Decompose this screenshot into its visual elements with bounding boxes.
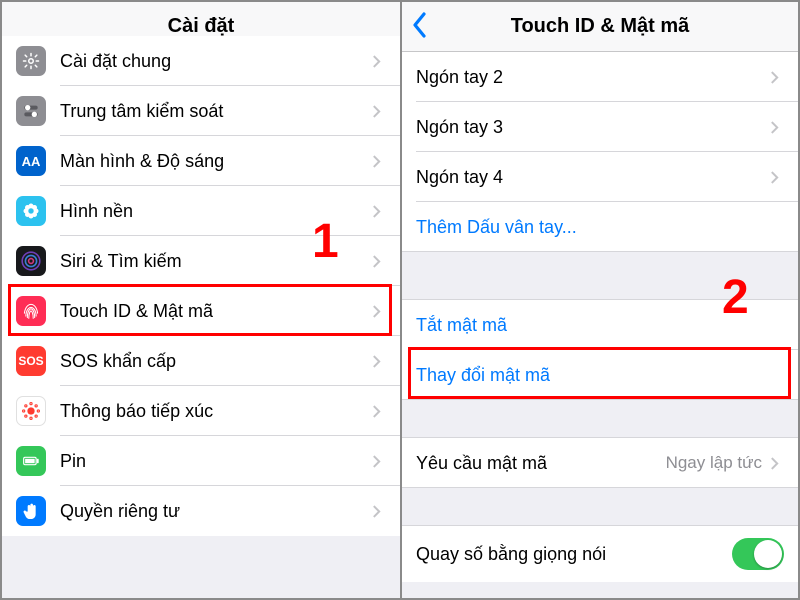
nav-bar: Touch ID & Mật mã (402, 2, 798, 52)
touchid-pane: Touch ID & Mật mã Ngón tay 2 Ngón tay 3 … (400, 2, 798, 598)
row-detail: Ngay lập tức (666, 453, 762, 473)
row-label: Tắt mật mã (416, 315, 784, 336)
row-label: Cài đặt chung (60, 51, 372, 72)
gear-icon (16, 46, 46, 76)
group-separator (402, 400, 798, 438)
chevron-right-icon (372, 204, 386, 219)
row-label: Thay đổi mật mã (416, 365, 784, 386)
siri-icon (16, 246, 46, 276)
row-label: Quyền riêng tư (60, 501, 372, 522)
row-sos[interactable]: SOS SOS khẩn cấp (2, 336, 400, 386)
chevron-right-icon (770, 170, 784, 185)
group-separator (402, 252, 798, 300)
chevron-right-icon (372, 504, 386, 519)
chevron-right-icon (770, 70, 784, 85)
row-control-center[interactable]: Trung tâm kiểm soát (2, 86, 400, 136)
row-add-fingerprint[interactable]: Thêm Dấu vân tay... (402, 202, 798, 252)
chevron-right-icon (770, 120, 784, 135)
row-finger-2[interactable]: Ngón tay 2 (402, 52, 798, 102)
row-display[interactable]: AA Màn hình & Độ sáng (2, 136, 400, 186)
settings-group: Cài đặt chung Trung tâm kiểm soát AA Màn… (2, 36, 400, 536)
battery-icon (16, 446, 46, 476)
require-group: Yêu cầu mật mã Ngay lập tức (402, 438, 798, 488)
row-exposure[interactable]: Thông báo tiếp xúc (2, 386, 400, 436)
row-label: Trung tâm kiểm soát (60, 101, 372, 122)
voice-dial-group: Quay số bằng giọng nói (402, 526, 798, 582)
row-label: Màn hình & Độ sáng (60, 151, 372, 172)
row-label: Thêm Dấu vân tay... (416, 217, 784, 238)
voice-dial-toggle[interactable] (732, 538, 784, 570)
row-finger-4[interactable]: Ngón tay 4 (402, 152, 798, 202)
nav-title: Touch ID & Mật mã (511, 15, 690, 38)
nav-title: Cài đặt (168, 15, 235, 38)
row-touch-id[interactable]: Touch ID & Mật mã (2, 286, 400, 336)
row-label: Siri & Tìm kiếm (60, 251, 372, 272)
back-button[interactable] (412, 12, 434, 42)
row-require-passcode[interactable]: Yêu cầu mật mã Ngay lập tức (402, 438, 798, 488)
sos-icon: SOS (16, 346, 46, 376)
fingerprint-icon (16, 296, 46, 326)
row-label: Quay số bằng giọng nói (416, 544, 732, 565)
row-siri[interactable]: Siri & Tìm kiếm (2, 236, 400, 286)
row-label: Touch ID & Mật mã (60, 301, 372, 322)
chevron-right-icon (372, 354, 386, 369)
row-label: Yêu cầu mật mã (416, 453, 666, 474)
row-label: Pin (60, 451, 372, 472)
chevron-right-icon (770, 456, 784, 471)
row-label: Ngón tay 4 (416, 167, 770, 188)
exposure-icon (16, 396, 46, 426)
chevron-right-icon (372, 154, 386, 169)
row-voice-dial: Quay số bằng giọng nói (402, 526, 798, 582)
chevron-right-icon (372, 304, 386, 319)
row-battery[interactable]: Pin (2, 436, 400, 486)
row-label: Hình nền (60, 201, 372, 222)
settings-pane: Cài đặt Cài đặt chung Trung tâm kiểm soá… (2, 2, 400, 598)
chevron-right-icon (372, 454, 386, 469)
chevron-right-icon (372, 104, 386, 119)
row-wallpaper[interactable]: Hình nền (2, 186, 400, 236)
chevron-right-icon (372, 254, 386, 269)
chevron-right-icon (372, 404, 386, 419)
row-label: SOS khẩn cấp (60, 351, 372, 372)
passcode-actions-group: Tắt mật mã Thay đổi mật mã (402, 300, 798, 400)
row-general[interactable]: Cài đặt chung (2, 36, 400, 86)
row-label: Ngón tay 3 (416, 117, 770, 138)
row-label: Ngón tay 2 (416, 67, 770, 88)
group-separator (402, 488, 798, 526)
chevron-right-icon (372, 54, 386, 69)
flower-icon (16, 196, 46, 226)
fingerprints-group: Ngón tay 2 Ngón tay 3 Ngón tay 4 Thêm Dấ… (402, 52, 798, 252)
row-turn-off-code[interactable]: Tắt mật mã (402, 300, 798, 350)
text-size-icon: AA (16, 146, 46, 176)
row-label: Thông báo tiếp xúc (60, 401, 372, 422)
toggles-icon (16, 96, 46, 126)
hand-icon (16, 496, 46, 526)
row-privacy[interactable]: Quyền riêng tư (2, 486, 400, 536)
row-finger-3[interactable]: Ngón tay 3 (402, 102, 798, 152)
row-change-code[interactable]: Thay đổi mật mã (402, 350, 798, 400)
